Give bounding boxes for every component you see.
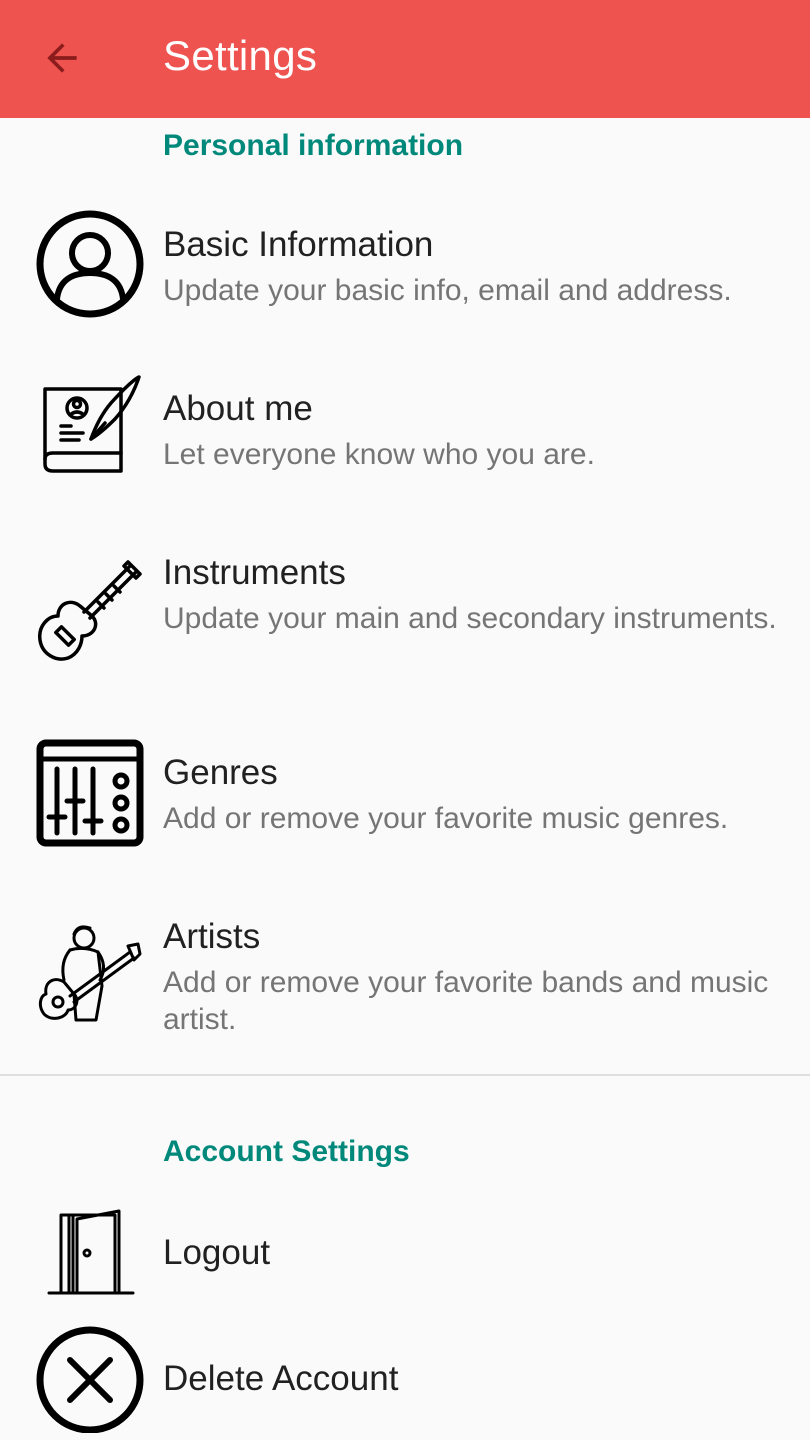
profile-book-quill-icon <box>34 370 146 482</box>
item-title: Basic Information <box>163 225 434 264</box>
settings-item-instruments[interactable]: Instruments Update your main and seconda… <box>0 528 810 688</box>
item-subtitle: Let everyone know who you are. <box>163 438 595 471</box>
section-header-account-settings: Account Settings <box>163 1135 410 1168</box>
page-title: Settings <box>163 32 318 79</box>
item-title: Logout <box>163 1233 271 1272</box>
item-title: About me <box>163 389 313 428</box>
mixer-equalizer-icon <box>34 736 146 848</box>
item-title: Delete Account <box>163 1359 399 1398</box>
user-circle-icon <box>34 208 146 320</box>
guitarist-icon <box>34 916 146 1028</box>
section-header-personal-information: Personal information <box>163 129 464 162</box>
back-button[interactable] <box>22 18 102 98</box>
item-subtitle: Add or remove your favorite bands and mu… <box>163 966 769 1036</box>
item-title: Instruments <box>163 553 346 592</box>
settings-item-logout[interactable]: Logout <box>0 1196 810 1306</box>
settings-item-basic-information[interactable]: Basic Information Update your basic info… <box>0 200 810 330</box>
settings-item-delete-account[interactable]: Delete Account <box>0 1320 810 1440</box>
close-circle-icon <box>34 1322 146 1434</box>
guitar-icon <box>34 554 146 666</box>
settings-item-artists[interactable]: Artists Add or remove your favorite band… <box>0 892 810 1052</box>
section-divider <box>0 1074 810 1076</box>
door-exit-icon <box>34 1196 146 1308</box>
settings-item-about-me[interactable]: About me Let everyone know who you are. <box>0 364 810 494</box>
item-title: Genres <box>163 753 278 792</box>
item-subtitle: Update your main and secondary instrumen… <box>163 602 777 635</box>
item-title: Artists <box>163 917 261 956</box>
settings-item-genres[interactable]: Genres Add or remove your favorite music… <box>0 728 810 858</box>
item-subtitle: Update your basic info, email and addres… <box>163 274 732 307</box>
arrow-back-icon <box>47 43 77 73</box>
app-bar: Settings <box>0 0 810 118</box>
item-subtitle: Add or remove your favorite music genres… <box>163 802 729 835</box>
